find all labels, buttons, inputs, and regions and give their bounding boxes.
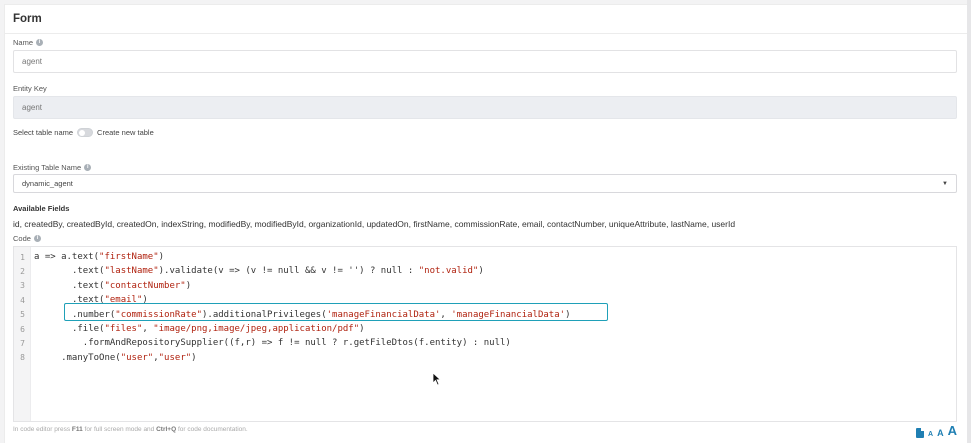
code-label-text: Code bbox=[13, 234, 31, 243]
code-editor[interactable]: 1 a => a.text("firstName") 2 .text("lastNa… bbox=[13, 246, 957, 422]
line-number: 7 bbox=[20, 338, 25, 348]
hint-text: for full screen mode and bbox=[82, 426, 157, 433]
toggle-knob bbox=[79, 130, 86, 136]
font-size-medium-button[interactable]: A bbox=[937, 428, 944, 438]
hint-key: Ctrl+Q bbox=[156, 426, 177, 433]
available-fields-list: id, createdBy, createdById, createdOn, i… bbox=[13, 219, 736, 229]
hint-text: In code editor press bbox=[13, 426, 72, 433]
form-title: Form bbox=[13, 13, 42, 25]
code-line[interactable]: 6 .file("files", "image/png,image/jpeg,a… bbox=[14, 322, 365, 336]
code-line[interactable]: 2 .text("lastName").validate(v => (v != … bbox=[14, 264, 484, 278]
line-number: 2 bbox=[20, 266, 25, 276]
code-line[interactable]: 7 .formAndRepositorySupplier((f,r) => f … bbox=[14, 336, 511, 350]
code-line[interactable]: 8 .manyToOne("user","user") bbox=[14, 351, 197, 365]
code-line[interactable]: 3 .text("contactNumber") bbox=[14, 279, 191, 293]
chevron-down-icon: ▼ bbox=[942, 180, 948, 187]
toggle-right-label: Create new table bbox=[97, 128, 154, 137]
code-text: .text("contactNumber") bbox=[71, 280, 192, 291]
line-number: 3 bbox=[20, 281, 25, 291]
code-text: .text("lastName").validate(v => (v != nu… bbox=[71, 266, 484, 277]
code-text: .manyToOne("user","user") bbox=[61, 352, 197, 363]
line-number: 5 bbox=[20, 310, 25, 320]
existing-table-value: dynamic_agent bbox=[22, 179, 73, 188]
entity-key-label: Entity Key bbox=[13, 84, 47, 93]
info-icon[interactable]: i bbox=[33, 235, 41, 242]
font-size-large-button[interactable]: A bbox=[948, 423, 957, 438]
code-label: Code i bbox=[13, 234, 41, 243]
font-size-small-button[interactable]: A bbox=[928, 431, 933, 438]
name-input[interactable]: agent bbox=[13, 50, 957, 73]
existing-table-select[interactable]: dynamic_agent ▼ bbox=[13, 174, 957, 193]
existing-table-label-text: Existing Table Name bbox=[13, 163, 82, 172]
editor-tools: A A A bbox=[916, 423, 957, 438]
editor-hint: In code editor press F11 for full screen… bbox=[13, 426, 248, 433]
name-label-text: Name bbox=[13, 38, 34, 47]
code-text: .file("files", "image/png,image/jpeg,app… bbox=[71, 324, 365, 334]
line-number: 8 bbox=[20, 353, 25, 363]
divider bbox=[4, 33, 967, 34]
line-number: 1 bbox=[20, 252, 25, 262]
info-icon[interactable]: i bbox=[84, 164, 92, 171]
info-icon[interactable]: i bbox=[36, 39, 44, 46]
line-number: 4 bbox=[20, 295, 25, 305]
code-text: a => a.text("firstName") bbox=[34, 252, 165, 262]
table-mode-toggle-row: Select table name Create new table bbox=[13, 128, 154, 137]
table-mode-toggle[interactable] bbox=[77, 128, 94, 137]
toggle-left-label: Select table name bbox=[13, 128, 74, 137]
document-icon[interactable] bbox=[916, 428, 925, 438]
existing-table-label: Existing Table Name i bbox=[13, 163, 92, 172]
highlight-box bbox=[64, 303, 608, 321]
entity-key-input: agent bbox=[13, 96, 957, 119]
available-fields-title: Available Fields bbox=[13, 204, 70, 213]
scrollbar-track[interactable] bbox=[967, 0, 971, 443]
hint-text: for code documentation. bbox=[176, 426, 248, 433]
code-line[interactable]: 1 a => a.text("firstName") bbox=[14, 250, 164, 264]
hint-key: F11 bbox=[71, 426, 83, 433]
line-number: 6 bbox=[20, 324, 25, 334]
entity-key-label-text: Entity Key bbox=[13, 84, 47, 93]
code-text: .formAndRepositorySupplier((f,r) => f !=… bbox=[82, 338, 511, 349]
name-label: Name i bbox=[13, 38, 44, 47]
